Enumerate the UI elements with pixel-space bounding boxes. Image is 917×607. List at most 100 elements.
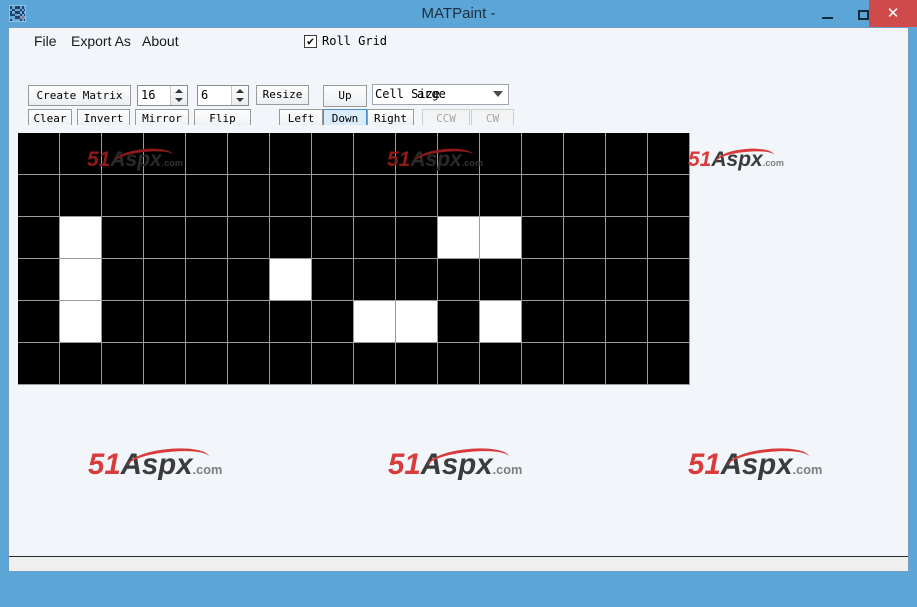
grid-cell[interactable] <box>186 343 228 385</box>
grid-cell[interactable] <box>228 217 270 259</box>
grid-cell[interactable] <box>60 343 102 385</box>
grid-cell[interactable] <box>522 259 564 301</box>
grid-cell[interactable] <box>228 343 270 385</box>
grid-cell[interactable] <box>648 301 690 343</box>
grid-cell[interactable] <box>228 175 270 217</box>
resize-button[interactable]: Resize <box>256 85 309 105</box>
grid-cell[interactable] <box>480 133 522 175</box>
grid-cell[interactable] <box>102 343 144 385</box>
grid-cell[interactable] <box>270 175 312 217</box>
grid-cell[interactable] <box>480 301 522 343</box>
grid-cell[interactable] <box>354 217 396 259</box>
grid-cell[interactable] <box>564 259 606 301</box>
grid-cell[interactable] <box>480 217 522 259</box>
grid-cell[interactable] <box>354 175 396 217</box>
grid-cell[interactable] <box>312 133 354 175</box>
grid-cell[interactable] <box>480 175 522 217</box>
grid-cell[interactable] <box>18 259 60 301</box>
grid-cell[interactable] <box>648 259 690 301</box>
rows-spinner-value[interactable]: 6 <box>201 86 208 105</box>
grid-cell[interactable] <box>102 259 144 301</box>
grid-cell[interactable] <box>606 133 648 175</box>
grid-cell[interactable] <box>438 301 480 343</box>
columns-spinner-increment[interactable] <box>171 86 187 96</box>
grid-cell[interactable] <box>60 217 102 259</box>
grid-cell[interactable] <box>354 133 396 175</box>
grid-cell[interactable] <box>606 217 648 259</box>
grid-cell[interactable] <box>228 301 270 343</box>
grid-cell[interactable] <box>522 343 564 385</box>
grid-cell[interactable] <box>522 301 564 343</box>
grid-cell[interactable] <box>354 259 396 301</box>
menu-item-export-as[interactable]: Export As <box>64 28 138 54</box>
roll-grid-checkbox[interactable]: ✔ Roll Grid <box>304 31 387 51</box>
menu-item-file[interactable]: File <box>27 28 64 54</box>
canvas-area[interactable]: 51Aspx.com 51Aspx.com 51Aspx.com 51Aspx.com… <box>9 125 908 556</box>
grid-cell[interactable] <box>60 259 102 301</box>
up-button[interactable]: Up <box>323 85 367 107</box>
grid-cell[interactable] <box>396 301 438 343</box>
grid-cell[interactable] <box>438 259 480 301</box>
grid-cell[interactable] <box>522 175 564 217</box>
grid-cell[interactable] <box>396 175 438 217</box>
menu-item-about[interactable]: About <box>135 28 186 54</box>
minimize-button[interactable] <box>809 0 845 27</box>
grid-cell[interactable] <box>60 175 102 217</box>
columns-spinner-arrows[interactable] <box>170 86 187 105</box>
grid-cell[interactable] <box>270 343 312 385</box>
grid-cell[interactable] <box>102 301 144 343</box>
grid-cell[interactable] <box>396 133 438 175</box>
grid-cell[interactable] <box>312 343 354 385</box>
grid-cell[interactable] <box>18 301 60 343</box>
grid-cell[interactable] <box>564 343 606 385</box>
grid-cell[interactable] <box>480 259 522 301</box>
grid-cell[interactable] <box>186 259 228 301</box>
rows-spinner[interactable]: 6 <box>197 85 249 106</box>
grid-cell[interactable] <box>564 301 606 343</box>
grid-cell[interactable] <box>480 343 522 385</box>
columns-spinner-decrement[interactable] <box>171 96 187 106</box>
grid-cell[interactable] <box>144 217 186 259</box>
grid-cell[interactable] <box>144 175 186 217</box>
grid-cell[interactable] <box>606 259 648 301</box>
grid-cell[interactable] <box>144 259 186 301</box>
grid-cell[interactable] <box>186 301 228 343</box>
grid-cell[interactable] <box>648 133 690 175</box>
grid-cell[interactable] <box>186 133 228 175</box>
grid-cell[interactable] <box>18 175 60 217</box>
grid-cell[interactable] <box>60 133 102 175</box>
grid-cell[interactable] <box>438 343 480 385</box>
grid-cell[interactable] <box>606 301 648 343</box>
rows-spinner-arrows[interactable] <box>231 86 248 105</box>
grid-cell[interactable] <box>564 133 606 175</box>
grid-cell[interactable] <box>648 217 690 259</box>
grid-cell[interactable] <box>186 175 228 217</box>
close-button[interactable]: ✕ <box>869 0 917 27</box>
grid-cell[interactable] <box>648 175 690 217</box>
roll-grid-checkbox-box[interactable]: ✔ <box>304 34 317 48</box>
grid-cell[interactable] <box>354 343 396 385</box>
grid-cell[interactable] <box>396 259 438 301</box>
grid-cell[interactable] <box>522 133 564 175</box>
create-matrix-button[interactable]: Create Matrix <box>28 85 131 106</box>
grid-cell[interactable] <box>270 259 312 301</box>
grid-cell[interactable] <box>186 217 228 259</box>
grid-cell[interactable] <box>564 217 606 259</box>
grid-cell[interactable] <box>606 175 648 217</box>
grid-cell[interactable] <box>18 133 60 175</box>
grid-cell[interactable] <box>102 175 144 217</box>
grid-cell[interactable] <box>270 133 312 175</box>
columns-spinner[interactable]: 16 <box>137 85 188 106</box>
grid-cell[interactable] <box>18 343 60 385</box>
grid-cell[interactable] <box>396 217 438 259</box>
grid-cell[interactable] <box>438 175 480 217</box>
grid-cell[interactable] <box>144 133 186 175</box>
matrix-grid[interactable] <box>18 133 690 385</box>
grid-cell[interactable] <box>396 343 438 385</box>
grid-cell[interactable] <box>18 217 60 259</box>
rows-spinner-decrement[interactable] <box>232 96 248 106</box>
grid-cell[interactable] <box>312 175 354 217</box>
grid-cell[interactable] <box>102 217 144 259</box>
grid-cell[interactable] <box>144 301 186 343</box>
grid-cell[interactable] <box>312 301 354 343</box>
